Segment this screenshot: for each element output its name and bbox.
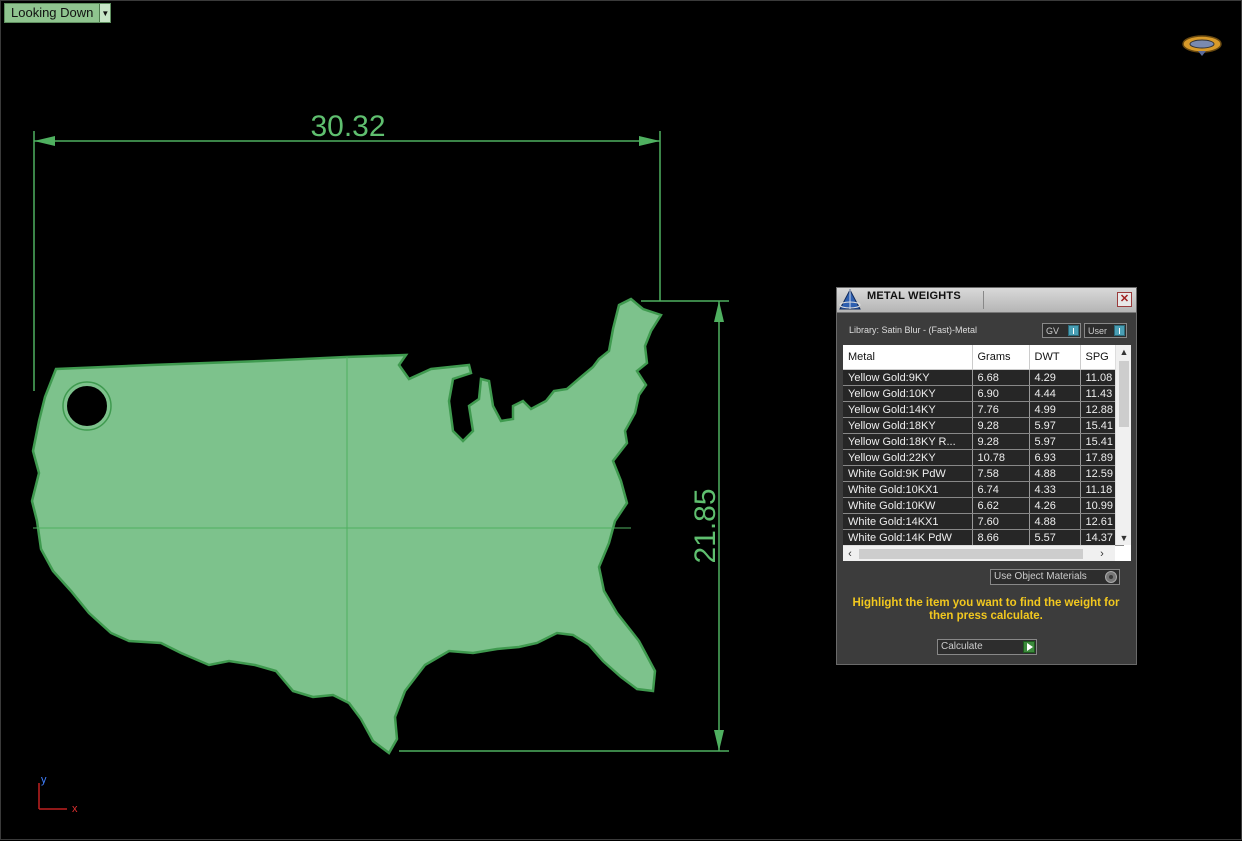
toggle-indicator-icon [1068, 325, 1079, 336]
metals-table: Metal Grams DWT SPG Yellow Gold:9KY 6.68 4.29… [843, 345, 1124, 546]
horizontal-scrollbar[interactable]: ‹ › [843, 545, 1115, 561]
vertical-scrollbar[interactable]: ▲ ▼ [1115, 345, 1131, 545]
scroll-thumb-horizontal[interactable] [859, 549, 1083, 559]
table-row[interactable]: Yellow Gold:9KY 6.68 4.29 11.08 [843, 369, 1124, 386]
scroll-up-icon[interactable]: ▲ [1116, 345, 1131, 359]
table-cell: 4.29 [1029, 369, 1081, 386]
height-dimension-text: 21.85 [689, 488, 722, 563]
table-cell: 6.90 [972, 385, 1030, 402]
close-icon[interactable]: ✕ [1117, 292, 1132, 307]
panel-title: METAL WEIGHTS [867, 290, 961, 302]
table-cell: 9.28 [972, 417, 1030, 434]
table-cell: Yellow Gold:18KY [843, 417, 973, 434]
table-cell: 6.74 [972, 481, 1030, 498]
table-cell: 5.57 [1029, 529, 1081, 546]
table-cell: 4.99 [1029, 401, 1081, 418]
width-dimension[interactable] [33, 131, 661, 391]
table-cell: 9.28 [972, 433, 1030, 450]
viewport[interactable]: Looking Down ▼ 30.32 21.85 y x METAL WEI… [0, 0, 1242, 840]
table-row[interactable]: Yellow Gold:18KY 9.28 5.97 15.41 [843, 417, 1124, 434]
user-toggle-label: User [1088, 325, 1108, 336]
table-cell: 4.26 [1029, 497, 1081, 514]
radio-icon[interactable] [1105, 571, 1117, 583]
pendant-hole [63, 382, 111, 430]
scroll-left-icon[interactable]: ‹ [843, 546, 857, 561]
table-cell: Yellow Gold:18KY R... [843, 433, 973, 450]
table-cell: White Gold:9K PdW [843, 465, 973, 482]
table-cell: White Gold:10KX1 [843, 481, 973, 498]
use-object-materials-label: Use Object Materials [994, 571, 1087, 582]
scroll-thumb[interactable] [1119, 361, 1129, 427]
play-icon[interactable] [1023, 641, 1035, 653]
table-cell: 4.88 [1029, 513, 1081, 530]
table-cell: Yellow Gold:14KY [843, 401, 973, 418]
table-cell: 6.62 [972, 497, 1030, 514]
table-cell: 6.93 [1029, 449, 1081, 466]
column-header[interactable]: DWT [1029, 345, 1081, 370]
column-header[interactable]: Grams [972, 345, 1030, 370]
table-row[interactable]: White Gold:10KW 6.62 4.26 10.99 [843, 497, 1124, 514]
width-dimension-text: 30.32 [310, 110, 385, 143]
use-object-materials-toggle[interactable]: Use Object Materials [990, 569, 1120, 585]
table-cell: 8.66 [972, 529, 1030, 546]
table-cell: 5.97 [1029, 417, 1081, 434]
table-cell: 5.97 [1029, 433, 1081, 450]
table-cell: 4.88 [1029, 465, 1081, 482]
table-cell: Yellow Gold:9KY [843, 369, 973, 386]
table-cell: Yellow Gold:22KY [843, 449, 973, 466]
panel-title-bar[interactable]: METAL WEIGHTS ✕ [837, 288, 1136, 313]
table-row[interactable]: White Gold:9K PdW 7.58 4.88 12.59 [843, 465, 1124, 482]
scroll-right-icon[interactable]: › [1095, 546, 1109, 561]
table-cell: 7.60 [972, 513, 1030, 530]
gv-toggle[interactable]: GV [1042, 323, 1081, 338]
table-row[interactable]: Yellow Gold:14KY 7.76 4.99 12.88 [843, 401, 1124, 418]
user-toggle[interactable]: User [1084, 323, 1127, 338]
table-row[interactable]: White Gold:14KX1 7.60 4.88 12.61 [843, 513, 1124, 530]
table-row[interactable]: Yellow Gold:22KY 10.78 6.93 17.89 [843, 449, 1124, 466]
toggle-indicator-icon [1114, 325, 1125, 336]
table-cell: White Gold:14KX1 [843, 513, 973, 530]
axis-y-label: y [41, 774, 47, 786]
table-row[interactable]: Yellow Gold:10KY 6.90 4.44 11.43 [843, 385, 1124, 402]
calculate-button[interactable]: Calculate [937, 639, 1037, 655]
table-row[interactable]: White Gold:10KX1 6.74 4.33 11.18 [843, 481, 1124, 498]
table-cell: 4.33 [1029, 481, 1081, 498]
table-cell: White Gold:14K PdW [843, 529, 973, 546]
column-header[interactable]: Metal [843, 345, 973, 370]
table-cell: 7.58 [972, 465, 1030, 482]
gv-toggle-label: GV [1046, 325, 1060, 336]
axis-x-label: x [72, 803, 78, 815]
metals-table-container[interactable]: Metal Grams DWT SPG Yellow Gold:9KY 6.68 4.29… [843, 345, 1131, 561]
table-cell: 7.76 [972, 401, 1030, 418]
table-cell: 6.68 [972, 369, 1030, 386]
table-row[interactable]: Yellow Gold:18KY R... 9.28 5.97 15.41 [843, 433, 1124, 450]
scroll-down-icon[interactable]: ▼ [1116, 531, 1131, 545]
calculate-label: Calculate [941, 641, 983, 652]
table-cell: 10.78 [972, 449, 1030, 466]
metal-weights-logo-icon [839, 289, 861, 310]
table-cell: White Gold:10KW [843, 497, 973, 514]
library-label: Library: Satin Blur - (Fast)-Metal [849, 325, 978, 335]
table-cell: Yellow Gold:10KY [843, 385, 973, 402]
table-cell: 4.44 [1029, 385, 1081, 402]
table-row[interactable]: White Gold:14K PdW 8.66 5.57 14.37 [843, 529, 1124, 546]
table-header-row: Metal Grams DWT SPG [843, 345, 1124, 370]
hint-text: Highlight the item you want to find the … [852, 597, 1120, 622]
metals-table-body: Yellow Gold:9KY 6.68 4.29 11.08 Yellow Gold:… [843, 369, 1124, 546]
metal-weights-panel: METAL WEIGHTS ✕ Library: Satin Blur - (F… [836, 287, 1137, 665]
axis-indicator: y x [38, 774, 78, 815]
